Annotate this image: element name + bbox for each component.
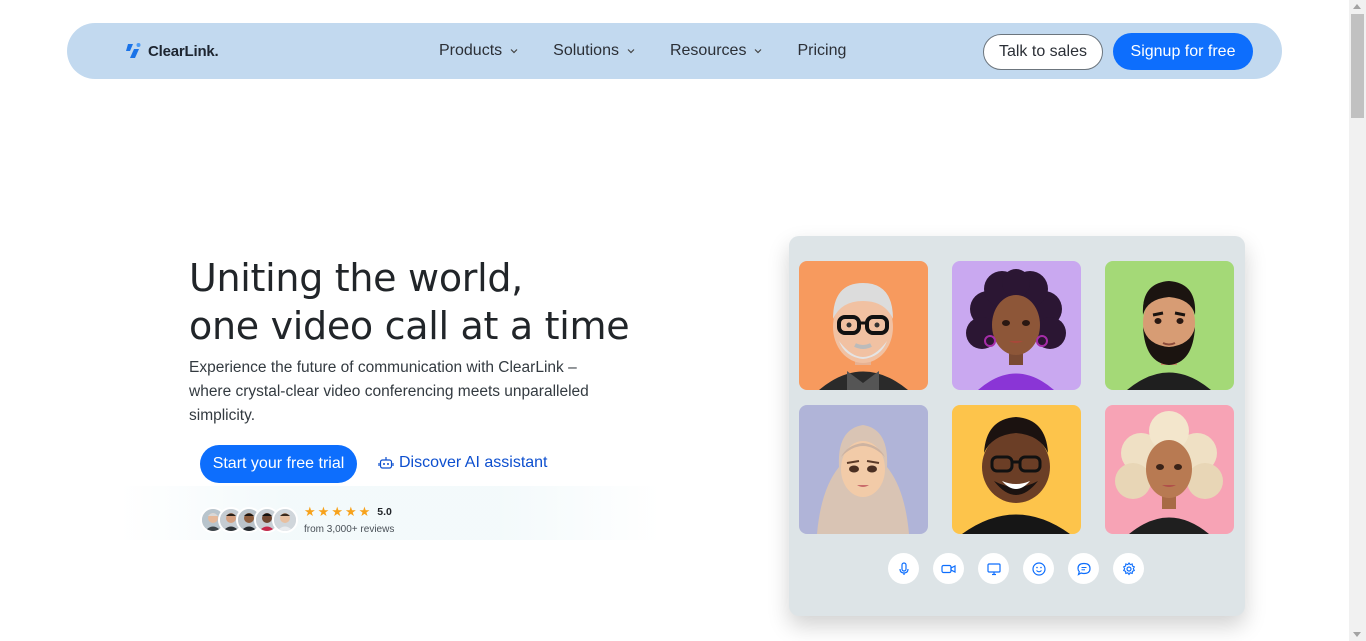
- nav-resources-label: Resources: [669, 42, 747, 59]
- nav-pricing-label: Pricing: [797, 42, 847, 59]
- screen-share-icon: [986, 562, 1001, 575]
- start-free-trial-button[interactable]: Start your free trial: [200, 445, 357, 483]
- emoji-icon: [1031, 561, 1046, 576]
- curly-woman-avatar: [966, 269, 1066, 390]
- chevron-down-icon: [753, 46, 763, 56]
- microphone-icon: [898, 561, 909, 575]
- discover-ai-assistant-label: Discover AI assistant: [399, 454, 548, 471]
- emoji-button[interactable]: [1023, 553, 1054, 584]
- reviewer-avatars: [200, 507, 298, 533]
- participant-tile-3[interactable]: [1105, 261, 1234, 390]
- scroll-thumb[interactable]: [1351, 14, 1364, 118]
- star-icon: ★: [304, 504, 316, 519]
- participant-tile-1[interactable]: [799, 261, 928, 390]
- star-icon: ★: [358, 504, 371, 519]
- clearlink-logo-icon: [126, 43, 141, 58]
- nav-products-label: Products: [439, 42, 503, 59]
- settings-icon: [1122, 561, 1135, 575]
- rating-stars: ★ ★ ★ ★ ★ 5.0: [304, 505, 394, 518]
- participant-tile-6[interactable]: [1105, 405, 1234, 534]
- scroll-up-arrow-icon[interactable]: [1353, 4, 1361, 9]
- nav-solutions-label: Solutions: [553, 42, 619, 59]
- elderly-man-avatar: [819, 283, 908, 390]
- participant-tile-5[interactable]: [952, 405, 1081, 534]
- blonde-woman-avatar: [1115, 411, 1223, 534]
- smiling-man-avatar: [962, 417, 1070, 534]
- video-call-panel: [789, 236, 1245, 616]
- rating-block: ★ ★ ★ ★ ★ 5.0 from 3,000+ reviews: [304, 505, 394, 535]
- call-controls: [888, 553, 1144, 584]
- rating-score: 5.0: [377, 505, 392, 518]
- signup-button[interactable]: Signup for free: [1113, 33, 1253, 70]
- nav-resources[interactable]: Resources: [670, 42, 763, 60]
- chevron-down-icon: [626, 46, 636, 56]
- hero-title-line2: one video call at a time: [189, 304, 630, 348]
- chevron-down-icon: [509, 46, 519, 56]
- participant-tile-2[interactable]: [952, 261, 1081, 390]
- nav-products[interactable]: Products: [439, 42, 519, 60]
- nav-pricing[interactable]: Pricing: [797, 42, 846, 60]
- hijab-woman-avatar: [817, 425, 909, 534]
- scroll-down-arrow-icon[interactable]: [1353, 632, 1361, 637]
- page-scrollbar[interactable]: [1349, 0, 1366, 641]
- bearded-man-avatar: [1127, 281, 1211, 390]
- hero-title-line1: Uniting the world,: [189, 256, 523, 300]
- reviewer-avatar: [272, 507, 298, 533]
- hero-title: Uniting the world, one video call at a t…: [189, 254, 749, 350]
- top-navbar: ClearLink. Products Solutions Resources …: [67, 23, 1282, 79]
- nav-solutions[interactable]: Solutions: [553, 42, 636, 60]
- nav-links: Products Solutions Resources Pricing: [439, 23, 880, 79]
- star-icon: ★: [344, 504, 357, 519]
- camera-button[interactable]: [933, 553, 964, 584]
- discover-ai-assistant-link[interactable]: Discover AI assistant: [378, 454, 548, 472]
- brand-name: ClearLink.: [148, 42, 219, 60]
- hero-subtitle: Experience the future of communication w…: [189, 359, 589, 424]
- rating-count: from 3,000+ reviews: [304, 524, 395, 535]
- robot-icon: [378, 457, 394, 469]
- brand-logo[interactable]: ClearLink.: [125, 42, 219, 60]
- chat-icon: [1076, 562, 1091, 576]
- star-icon: ★: [317, 504, 330, 519]
- screen-share-button[interactable]: [978, 553, 1009, 584]
- camera-icon: [941, 564, 956, 573]
- participant-tile-4[interactable]: [799, 405, 928, 534]
- microphone-button[interactable]: [888, 553, 919, 584]
- talk-to-sales-button[interactable]: Talk to sales: [983, 34, 1103, 70]
- chat-button[interactable]: [1068, 553, 1099, 584]
- settings-button[interactable]: [1113, 553, 1144, 584]
- star-icon: ★: [331, 504, 343, 519]
